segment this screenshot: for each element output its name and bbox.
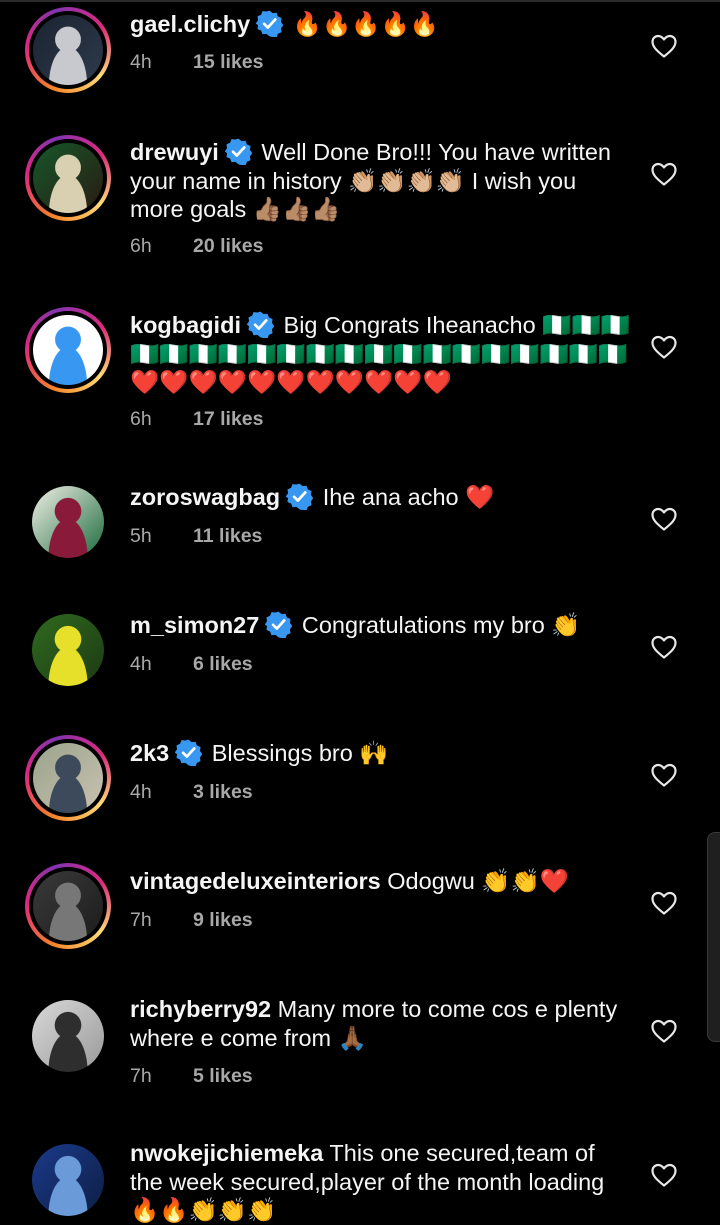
- avatar-frame: [32, 486, 104, 558]
- avatar-frame: [29, 311, 107, 389]
- like-heart-icon[interactable]: [651, 891, 677, 915]
- comment-text: 🔥🔥🔥🔥🔥: [286, 11, 440, 37]
- avatar-frame: [29, 139, 107, 217]
- comment-username[interactable]: vintagedeluxeinteriors: [130, 868, 381, 894]
- avatar-frame: [32, 1144, 104, 1216]
- comment-text: Odogwu 👏👏❤️: [380, 868, 570, 894]
- verified-badge-icon: [285, 483, 314, 511]
- avatar-image: [33, 871, 103, 941]
- avatar[interactable]: [25, 7, 111, 93]
- avatar-image: [33, 143, 103, 213]
- comment-time: 5h: [130, 525, 152, 547]
- avatar-image: [32, 614, 104, 686]
- avatar-image: [32, 1000, 104, 1072]
- avatar-image: [33, 743, 103, 813]
- comment-username[interactable]: richyberry92: [130, 996, 271, 1022]
- avatar[interactable]: [25, 735, 111, 821]
- comment-meta: 6h 17 likes: [130, 408, 263, 431]
- comment-text: Ihe ana acho ❤️: [316, 484, 495, 510]
- comment-body: zoroswagbag Ihe ana acho ❤️: [130, 483, 630, 512]
- like-heart-icon[interactable]: [651, 1163, 677, 1187]
- comment-time: 4h: [130, 781, 152, 803]
- comment-time: 4h: [130, 51, 152, 73]
- comment-username[interactable]: gael.clichy: [130, 11, 250, 37]
- avatar-frame: [32, 614, 104, 686]
- likes-count[interactable]: 11 likes: [193, 525, 262, 547]
- comment-body: m_simon27 Congratulations my bro 👏: [130, 611, 630, 640]
- like-heart-icon[interactable]: [651, 335, 677, 359]
- comment-text: Congratulations my bro 👏: [295, 612, 581, 638]
- likes-count[interactable]: 6 likes: [193, 653, 253, 675]
- verified-badge-icon: [174, 739, 203, 767]
- avatar[interactable]: [25, 1137, 111, 1223]
- comment-meta: 4h 15 likes: [130, 51, 263, 74]
- comment-username[interactable]: kogbagidi: [130, 312, 241, 338]
- avatar-frame: [32, 1000, 104, 1072]
- like-heart-icon[interactable]: [651, 162, 677, 186]
- likes-count[interactable]: 9 likes: [193, 909, 253, 931]
- verified-badge-icon: [224, 138, 253, 166]
- likes-count[interactable]: 15 likes: [193, 51, 263, 73]
- comment-body: vintagedeluxeinteriors Odogwu 👏👏❤️: [130, 867, 630, 896]
- avatar[interactable]: [25, 307, 111, 393]
- like-heart-icon[interactable]: [651, 34, 677, 58]
- comment-username[interactable]: drewuyi: [130, 139, 219, 165]
- comment-username[interactable]: m_simon27: [130, 612, 259, 638]
- comment-meta: 5h 11 likes: [130, 525, 262, 548]
- avatar[interactable]: [25, 607, 111, 693]
- verified-badge-icon: [255, 10, 284, 38]
- comment-body: richyberry92 Many more to come cos e ple…: [130, 995, 630, 1052]
- avatar-frame: [29, 11, 107, 89]
- comment-body: 2k3 Blessings bro 🙌: [130, 739, 630, 768]
- avatar[interactable]: [25, 863, 111, 949]
- comment-time: 6h: [130, 235, 152, 257]
- comment-meta: 6h 20 likes: [130, 235, 263, 258]
- comment-meta: 7h 9 likes: [130, 909, 253, 932]
- avatar-image: [33, 15, 103, 85]
- comment-meta: 4h 6 likes: [130, 653, 253, 676]
- verified-badge-icon: [246, 311, 275, 339]
- comment-text: Blessings bro 🙌: [205, 740, 389, 766]
- comment-body: gael.clichy 🔥🔥🔥🔥🔥: [130, 10, 630, 39]
- likes-count[interactable]: 20 likes: [193, 235, 263, 257]
- comment-body: kogbagidi Big Congrats Iheanacho 🇳🇬🇳🇬🇳🇬🇳…: [130, 311, 630, 397]
- likes-count[interactable]: 17 likes: [193, 408, 263, 430]
- comment-meta: 7h 5 likes: [130, 1065, 253, 1088]
- comment-body: drewuyi Well Done Bro!!! You have writte…: [130, 138, 630, 224]
- avatar-image: [32, 486, 104, 558]
- likes-count[interactable]: 3 likes: [193, 781, 253, 803]
- avatar-image: [33, 315, 103, 385]
- avatar[interactable]: [25, 135, 111, 221]
- comment-username[interactable]: nwokejichiemeka: [130, 1140, 323, 1166]
- like-heart-icon[interactable]: [651, 1019, 677, 1043]
- avatar-image: [32, 1144, 104, 1216]
- like-heart-icon[interactable]: [651, 635, 677, 659]
- likes-count[interactable]: 5 likes: [193, 1065, 253, 1087]
- avatar-frame: [29, 739, 107, 817]
- avatar[interactable]: [25, 479, 111, 565]
- comment-username[interactable]: 2k3: [130, 740, 169, 766]
- verified-badge-icon: [265, 611, 293, 639]
- like-heart-icon[interactable]: [651, 763, 677, 787]
- comment-time: 6h: [130, 408, 152, 430]
- comment-body: nwokejichiemeka This one secured,team of…: [130, 1139, 630, 1225]
- avatar-frame: [29, 867, 107, 945]
- avatar[interactable]: [25, 993, 111, 1079]
- top-divider: [0, 0, 720, 2]
- comment-time: 4h: [130, 653, 152, 675]
- like-heart-icon[interactable]: [651, 507, 677, 531]
- edge-panel-handle[interactable]: [707, 832, 720, 1042]
- comment-time: 7h: [130, 909, 152, 931]
- comment-meta: 4h 3 likes: [130, 781, 253, 804]
- comment-username[interactable]: zoroswagbag: [130, 484, 280, 510]
- comment-time: 7h: [130, 1065, 152, 1087]
